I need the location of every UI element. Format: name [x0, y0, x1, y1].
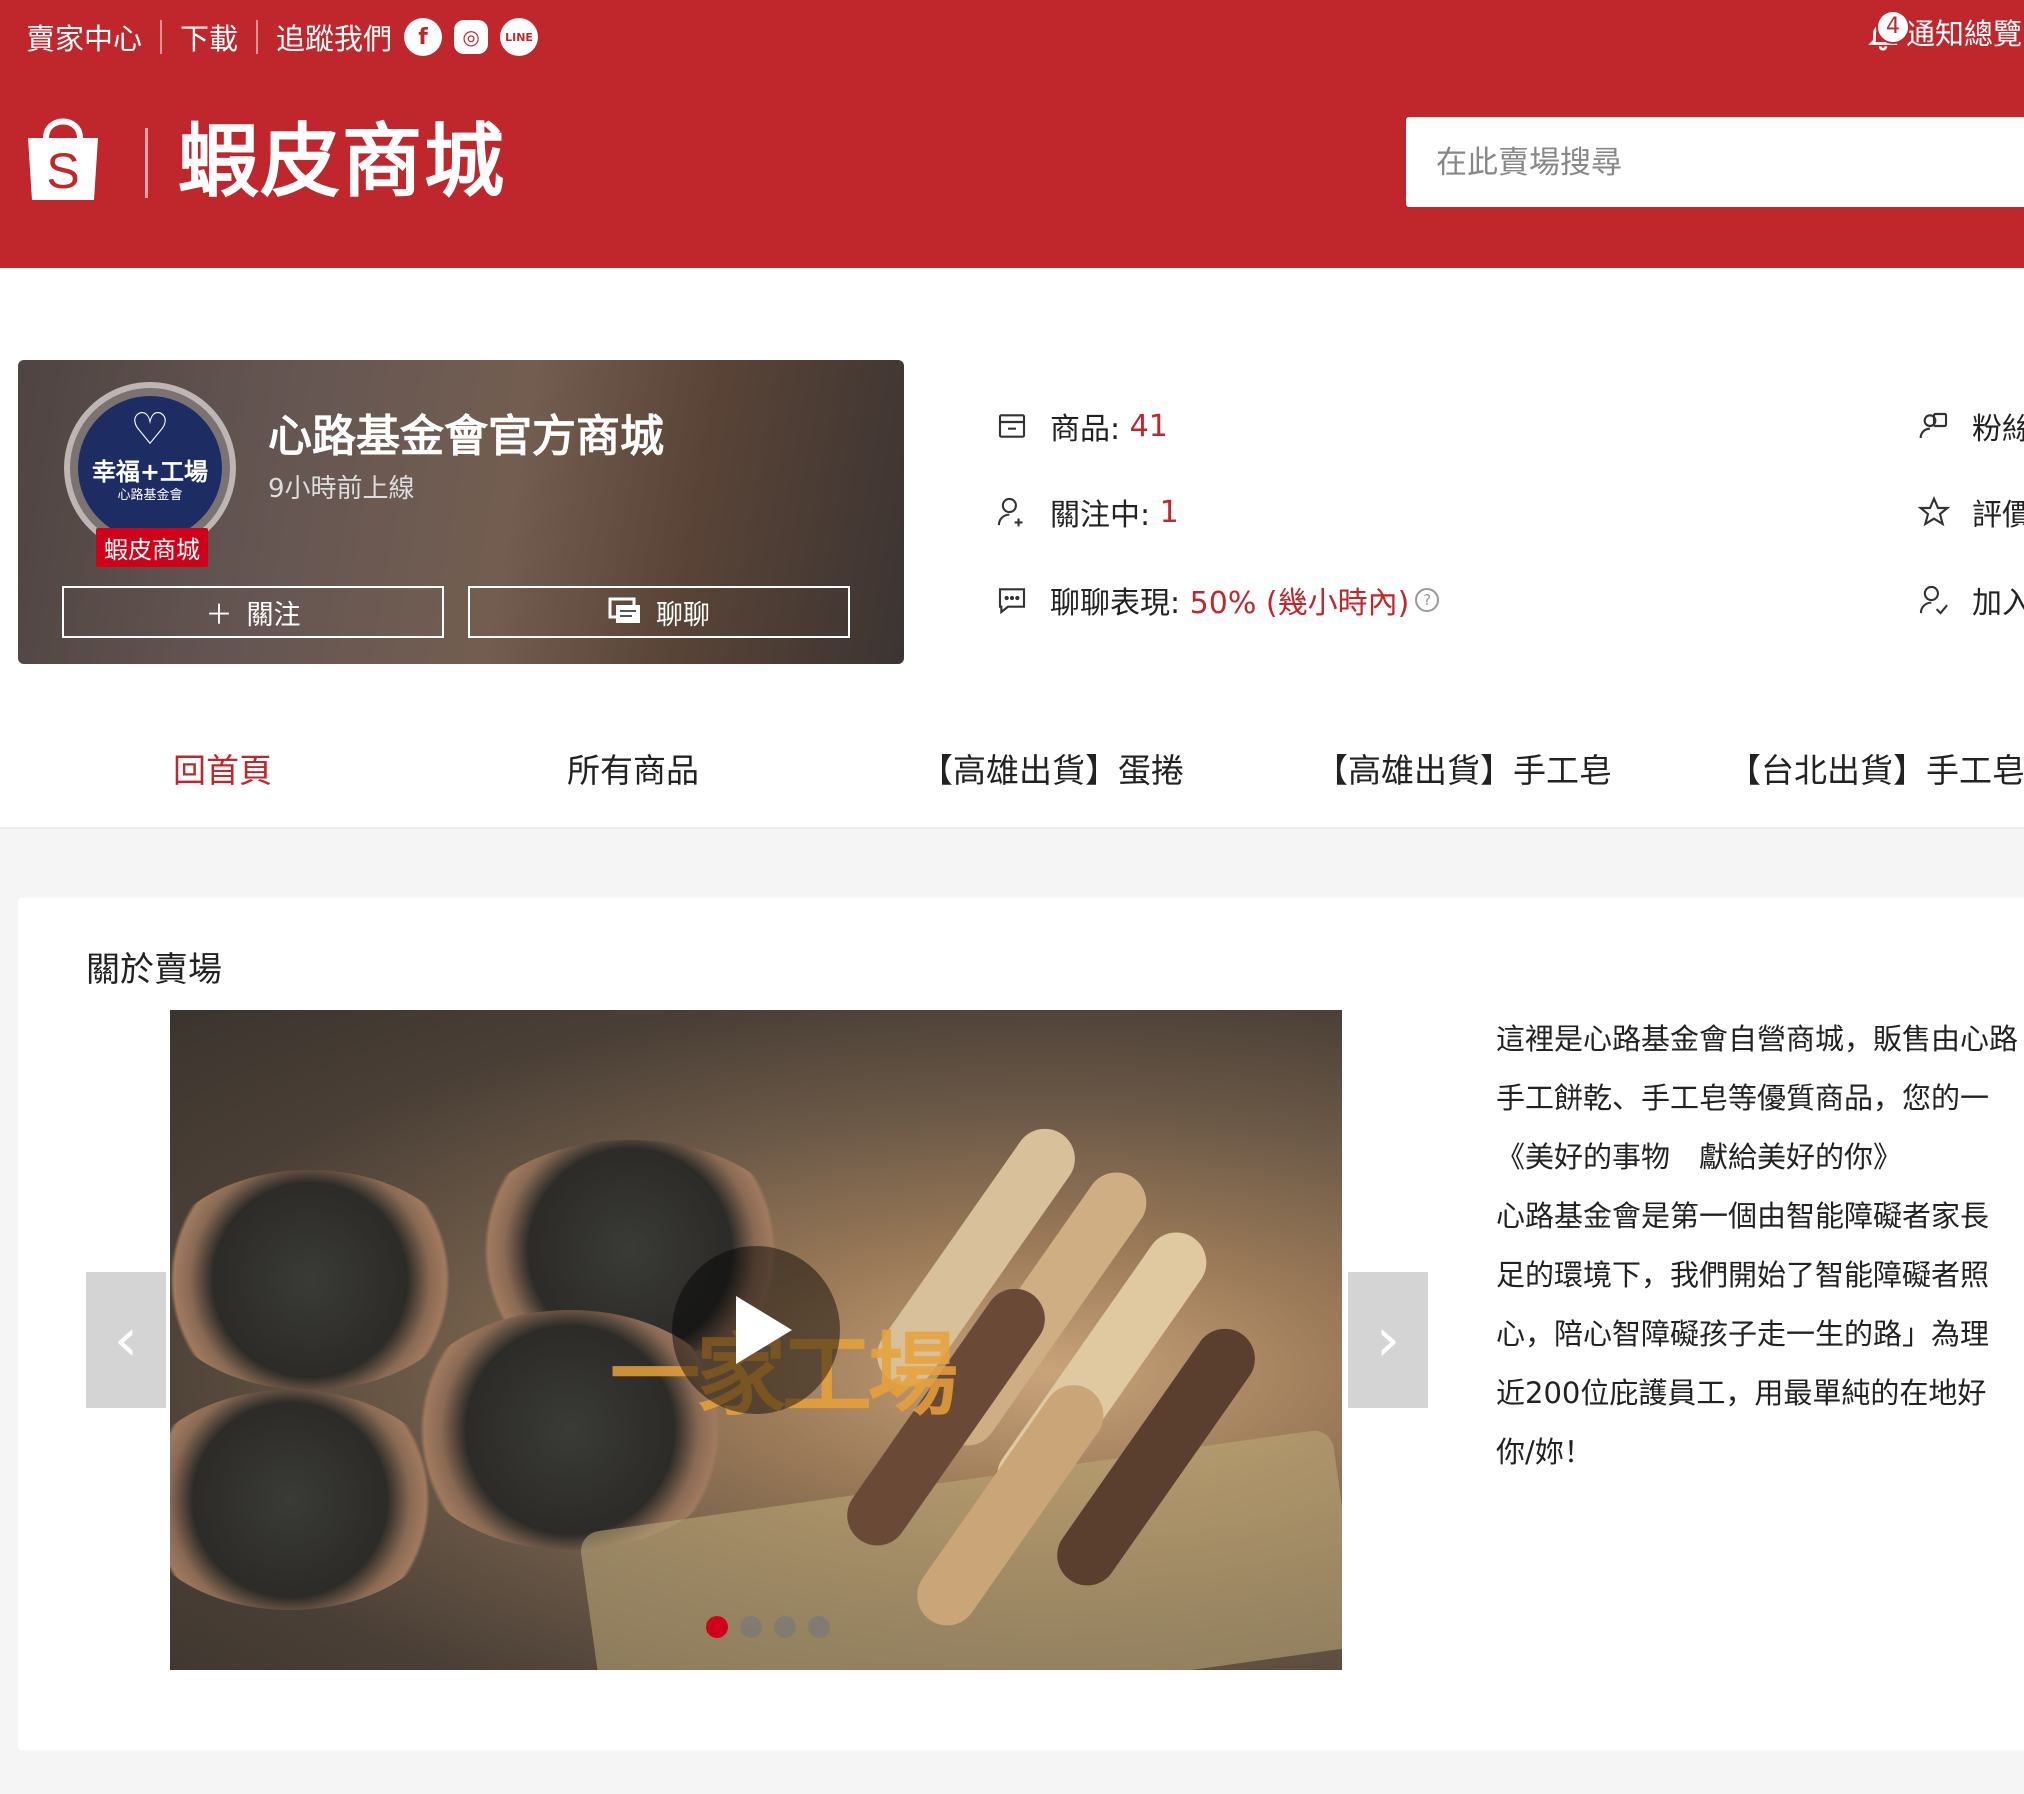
avatar-title: 幸福+工場	[91, 458, 209, 486]
chat-perf-value: 50% (幾小時內)	[1189, 586, 1410, 621]
user-check-icon	[1919, 585, 1948, 615]
description-line: 近200位庇護員工，用最單純的在地好	[1496, 1376, 1987, 1410]
star-icon	[1918, 496, 1950, 527]
stat-fans: 粉絲	[1918, 404, 2024, 448]
description-line: 《美好的事物 獻給美好的你》	[1496, 1140, 1903, 1174]
chevron-right-icon: ›	[1376, 1305, 1400, 1375]
shop-online-status: 9小時前上線	[268, 474, 415, 504]
bell-icon: 4	[1866, 10, 1910, 54]
divider	[160, 20, 163, 54]
carousel-dot[interactable]	[740, 1616, 762, 1638]
seller-center-link[interactable]: 賣家中心	[26, 16, 142, 58]
about-section: 關於賣場 一家工場 ‹ › 這裡是心路基金會自營商城，販售由心路 手工餅乾、手工…	[18, 898, 2024, 1750]
chat-bubble-icon	[998, 588, 1026, 615]
brand-name[interactable]: 蝦皮商城	[178, 112, 506, 212]
chat-icon	[608, 597, 640, 623]
carousel-next-button[interactable]: ›	[1348, 1272, 1428, 1408]
fans-label: 粉絲	[1972, 412, 2024, 447]
carousel-dots	[706, 1616, 830, 1638]
shop-info-section: ♡ 幸福+工場 心路基金會 蝦皮商城 心路基金會官方商城 9小時前上線 ＋ 關注…	[0, 268, 2024, 1095]
search-input[interactable]	[1406, 117, 2024, 209]
products-label: 商品:	[1050, 412, 1121, 447]
notification-label: 通知總覽	[1906, 17, 2023, 51]
follow-us-label: 追蹤我們	[276, 22, 393, 56]
chevron-left-icon: ‹	[114, 1305, 138, 1375]
description-line: 你/妳！	[1496, 1435, 1593, 1469]
carousel-dot[interactable]	[808, 1616, 830, 1638]
shop-name: 心路基金會官方商城	[268, 411, 664, 462]
tab-kaohsiung-soap[interactable]: 【高雄出貨】手工皂	[1315, 744, 1612, 792]
user-plus-icon	[997, 497, 1023, 527]
stat-joined: 加入	[1918, 578, 2024, 622]
avatar-subtitle: 心路基金會	[117, 488, 183, 503]
carousel-dot[interactable]	[774, 1616, 796, 1638]
follow-button[interactable]: ＋ 關注	[62, 586, 444, 638]
shop-description: 這裡是心路基金會自營商城，販售由心路 手工餅乾、手工皂等優質商品，您的一 《美好…	[1496, 1010, 2024, 1482]
description-line: 心，陪心智障礙孩子走一生的路」為理	[1496, 1317, 1990, 1351]
shop-video[interactable]: 一家工場	[170, 1010, 1342, 1670]
fans-icon	[1919, 412, 1948, 439]
follow-label: 關注	[246, 599, 301, 631]
tab-home[interactable]: 回首頁	[173, 744, 272, 792]
tab-taipei-soap[interactable]: 【台北出貨】手工皂	[1728, 744, 2024, 792]
site-header: 賣家中心 下載 追蹤我們 f ◎ LINE 4 通知總覽 S 蝦皮商城	[0, 0, 2024, 268]
following-value: 1	[1159, 494, 1179, 530]
tab-all-products[interactable]: 所有商品	[567, 744, 699, 792]
stat-chat-performance: 聊聊表現: 50% (幾小時內)?	[996, 578, 1440, 622]
divider	[256, 20, 259, 54]
shop-card: ♡ 幸福+工場 心路基金會 蝦皮商城 心路基金會官方商城 9小時前上線 ＋ 關注…	[18, 360, 904, 664]
about-title: 關於賣場	[86, 950, 222, 990]
mall-badge: 蝦皮商城	[96, 528, 208, 567]
description-line: 這裡是心路基金會自營商城，販售由心路	[1496, 1022, 2019, 1056]
description-line: 心路基金會是第一個由智能障礙者家長	[1496, 1199, 1990, 1233]
shop-search	[1406, 117, 2024, 209]
chat-button[interactable]: 聊聊	[468, 586, 850, 638]
stat-products: 商品: 41	[996, 404, 1168, 448]
store-icon	[998, 414, 1026, 438]
stat-rating: 評價	[1918, 490, 2024, 534]
logo-divider	[145, 128, 148, 198]
avatar-image: ♡ 幸福+工場 心路基金會	[78, 396, 222, 540]
shopee-bag-logo[interactable]: S	[22, 112, 104, 204]
heart-logo-icon: ♡	[130, 404, 170, 455]
logo-letter: S	[46, 143, 79, 199]
instagram-icon[interactable]: ◎	[454, 20, 489, 54]
chat-label: 聊聊	[656, 599, 710, 631]
rating-label: 評價	[1972, 498, 2024, 533]
plus-icon: ＋	[205, 599, 233, 631]
carousel-prev-button[interactable]: ‹	[86, 1272, 166, 1408]
stat-following: 關注中: 1	[996, 490, 1179, 534]
description-line: 足的環境下，我們開始了智能障礙者照	[1496, 1258, 1990, 1292]
joined-label: 加入	[1972, 586, 2024, 621]
products-value: 41	[1129, 408, 1168, 444]
facebook-icon[interactable]: f	[404, 18, 443, 56]
carousel-dot[interactable]	[706, 1616, 728, 1638]
following-label: 關注中:	[1050, 498, 1151, 533]
description-line: 手工餅乾、手工皂等優質商品，您的一	[1496, 1081, 1990, 1115]
shop-tabs: 回首頁 所有商品 【高雄出貨】蛋捲 【高雄出貨】手工皂 【台北出貨】手工皂	[0, 700, 2024, 1095]
play-button[interactable]	[672, 1246, 840, 1414]
chat-perf-label: 聊聊表現:	[1050, 586, 1181, 621]
download-link[interactable]: 下載	[180, 16, 238, 58]
notification-button[interactable]: 4 通知總覽	[1866, 10, 2022, 54]
bowl-image	[170, 1170, 470, 1390]
help-icon[interactable]: ?	[1415, 588, 1440, 612]
tab-kaohsiung-egg-rolls[interactable]: 【高雄出貨】蛋捲	[920, 744, 1184, 792]
line-icon[interactable]: LINE	[500, 18, 539, 56]
topbar: 賣家中心 下載 追蹤我們 f ◎ LINE	[26, 14, 539, 60]
tabs-divider	[0, 827, 2024, 829]
notification-badge: 4	[1876, 10, 1910, 44]
